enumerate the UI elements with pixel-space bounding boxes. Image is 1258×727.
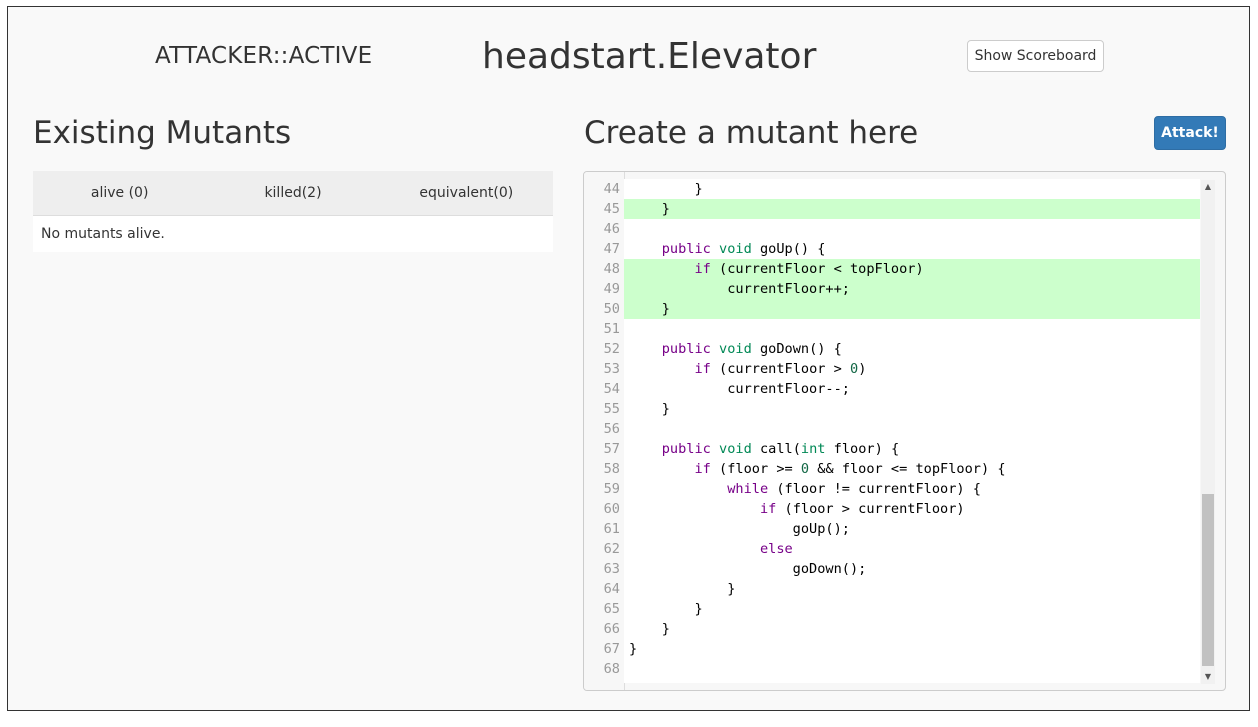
code-line[interactable]: 49 currentFloor++;	[604, 279, 1200, 299]
code-text[interactable]: }	[629, 599, 702, 619]
code-line[interactable]: 58 if (floor >= 0 && floor <= topFloor) …	[604, 459, 1200, 479]
code-line[interactable]: 60 if (floor > currentFloor)	[604, 499, 1200, 519]
code-line[interactable]: 55 }	[604, 399, 1200, 419]
line-number: 54	[603, 381, 620, 397]
code-text[interactable]: }	[629, 299, 670, 319]
line-number: 58	[603, 461, 620, 477]
empty-message: No mutants alive.	[41, 226, 165, 242]
code-line[interactable]: 64 }	[604, 579, 1200, 599]
code-text[interactable]: }	[629, 399, 670, 419]
line-number: 60	[603, 501, 620, 517]
scroll-up-icon[interactable]: ▲	[1201, 180, 1215, 194]
line-number: 63	[603, 561, 620, 577]
code-text[interactable]: if (currentFloor > 0)	[629, 359, 866, 379]
line-number: 57	[603, 441, 620, 457]
editor-scrollbar[interactable]: ▲ ▼	[1201, 180, 1215, 684]
line-number: 59	[603, 481, 620, 497]
code-text[interactable]: }	[629, 199, 670, 219]
code-line[interactable]: 48 if (currentFloor < topFloor)	[604, 259, 1200, 279]
code-line[interactable]: 53 if (currentFloor > 0)	[604, 359, 1200, 379]
code-line[interactable]: 45 }	[604, 199, 1200, 219]
line-number: 45	[603, 201, 620, 217]
code-editor[interactable]: 44 } 45 } 46 47 public void goUp() {48 if (…	[583, 171, 1226, 691]
line-number: 50	[603, 301, 620, 317]
code-text[interactable]: public void goUp() {	[629, 239, 826, 259]
code-line[interactable]: 68	[604, 659, 1200, 679]
code-text[interactable]: }	[629, 179, 702, 199]
line-number: 61	[603, 521, 620, 537]
code-text[interactable]: }	[629, 579, 735, 599]
page-title: headstart.Elevator	[482, 36, 817, 77]
code-line[interactable]: 59 while (floor != currentFloor) {	[604, 479, 1200, 499]
code-text[interactable]: public void call(int floor) {	[629, 439, 899, 459]
code-line[interactable]: 51	[604, 319, 1200, 339]
line-number: 55	[603, 401, 620, 417]
line-number: 46	[603, 221, 620, 237]
code-line[interactable]: 47 public void goUp() {	[604, 239, 1200, 259]
code-text[interactable]: currentFloor--;	[629, 379, 850, 399]
existing-mutants-heading: Existing Mutants	[33, 115, 292, 151]
tab-alive[interactable]: alive (0)	[33, 171, 206, 215]
mutant-tabs: alive (0) killed(2) equivalent(0)	[33, 171, 553, 216]
code-line[interactable]: 65 }	[604, 599, 1200, 619]
show-scoreboard-button[interactable]: Show Scoreboard	[967, 40, 1104, 72]
role-indicator: ATTACKER::ACTIVE	[155, 43, 373, 69]
tab-equivalent[interactable]: equivalent(0)	[380, 171, 553, 215]
line-number: 48	[603, 261, 620, 277]
code-text[interactable]: goDown();	[629, 559, 867, 579]
line-number: 62	[603, 541, 620, 557]
code-text[interactable]: public void goDown() {	[629, 339, 842, 359]
code-line[interactable]: 56	[604, 419, 1200, 439]
alive-mutants-panel: No mutants alive.	[33, 216, 553, 252]
line-number: 64	[603, 581, 620, 597]
code-line[interactable]: 61 goUp();	[604, 519, 1200, 539]
code-line[interactable]: 63 goDown();	[604, 559, 1200, 579]
line-number: 56	[603, 421, 620, 437]
code-line[interactable]: 66 }	[604, 619, 1200, 639]
code-text[interactable]: while (floor != currentFloor) {	[629, 479, 981, 499]
code-area[interactable]: 44 } 45 } 46 47 public void goUp() {48 if (…	[604, 179, 1200, 683]
code-text[interactable]: }	[629, 619, 670, 639]
code-line[interactable]: 67}	[604, 639, 1200, 659]
code-text[interactable]: goUp();	[629, 519, 850, 539]
code-line[interactable]: 44 }	[604, 179, 1200, 199]
line-number: 52	[603, 341, 620, 357]
code-line[interactable]: 62 else	[604, 539, 1200, 559]
line-number: 65	[603, 601, 620, 617]
code-text[interactable]: currentFloor++;	[629, 279, 850, 299]
create-mutant-heading: Create a mutant here	[584, 115, 919, 151]
code-text[interactable]: if (floor > currentFloor)	[629, 499, 965, 519]
code-line[interactable]: 52 public void goDown() {	[604, 339, 1200, 359]
code-text[interactable]: if (floor >= 0 && floor <= topFloor) {	[629, 459, 1005, 479]
line-number: 53	[603, 361, 620, 377]
code-text[interactable]: else	[629, 539, 793, 559]
line-number: 68	[603, 661, 620, 677]
line-number: 44	[603, 181, 620, 197]
code-text[interactable]: if (currentFloor < topFloor)	[629, 259, 923, 279]
code-line[interactable]: 57 public void call(int floor) {	[604, 439, 1200, 459]
line-number: 49	[603, 281, 620, 297]
code-text[interactable]: }	[629, 639, 637, 659]
line-number: 66	[603, 621, 620, 637]
code-line[interactable]: 50 }	[604, 299, 1200, 319]
attack-button[interactable]: Attack!	[1154, 116, 1226, 150]
code-line[interactable]: 46	[604, 219, 1200, 239]
line-number: 47	[603, 241, 620, 257]
scroll-down-icon[interactable]: ▼	[1201, 670, 1215, 684]
line-number: 67	[603, 641, 620, 657]
code-line[interactable]: 54 currentFloor--;	[604, 379, 1200, 399]
scrollbar-thumb[interactable]	[1202, 494, 1214, 666]
tab-killed[interactable]: killed(2)	[206, 171, 379, 215]
line-number: 51	[603, 321, 620, 337]
